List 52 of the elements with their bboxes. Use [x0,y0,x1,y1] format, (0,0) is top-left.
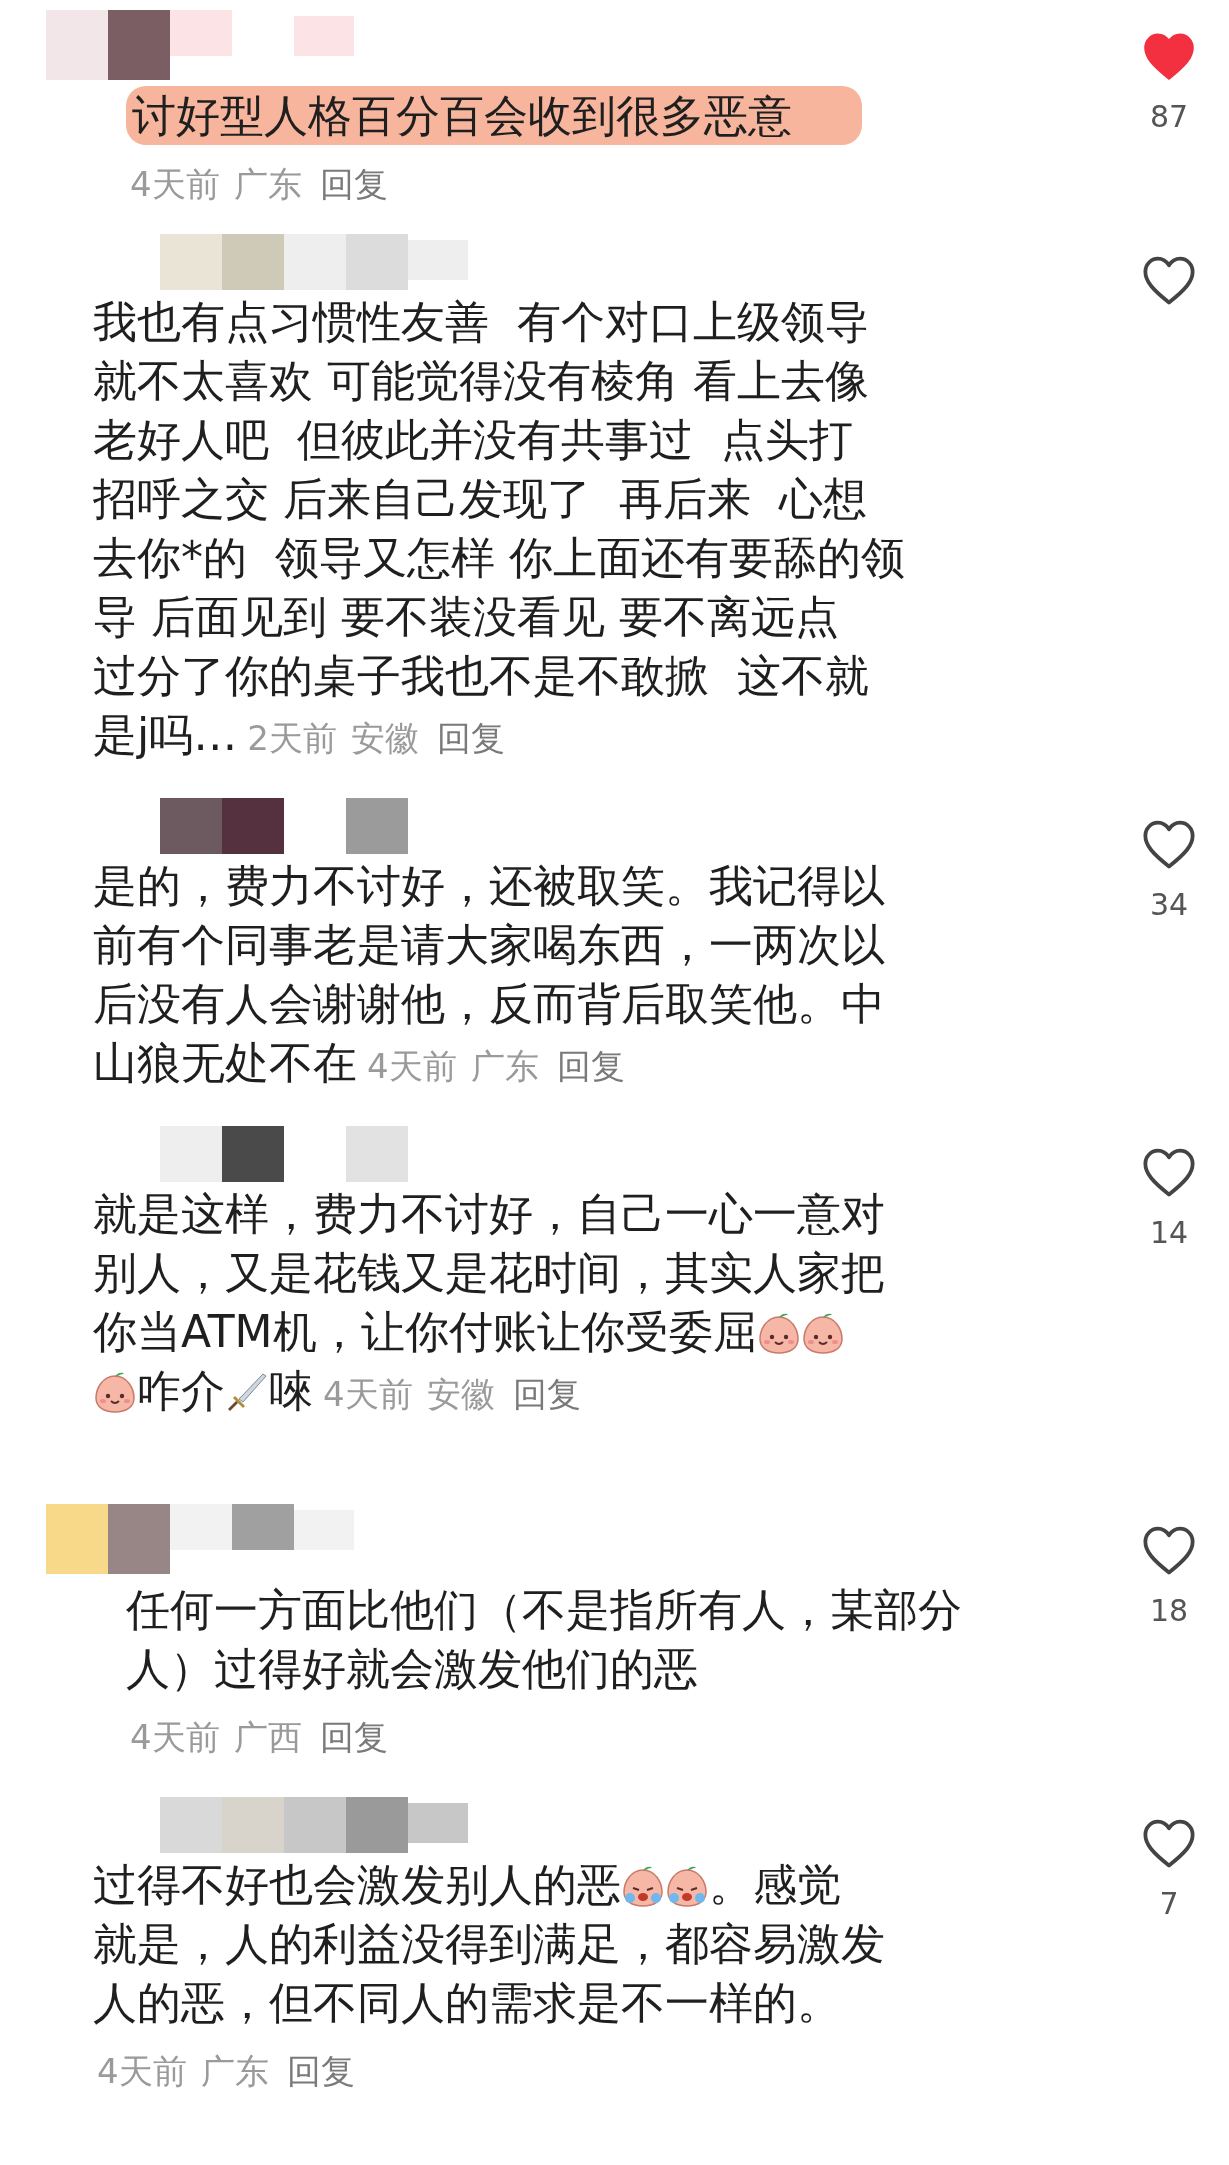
reply-button[interactable]: 回复 [319,1715,388,1759]
comment-text: 就是这样，费力不讨好，自己一心一意对 [93,1188,885,1239]
comment-text: 前有个同事老是请大家喝东西，一两次以 [93,919,885,970]
comment-location: 广东 [233,164,302,204]
comment-time: 4天前 [323,1374,413,1414]
comment-time: 4天前 [130,164,220,204]
comment-text: 咋介 [137,1365,225,1416]
smiling-face-icon [93,1370,137,1414]
comment-text: 导 后面见到 要不装没看见 要不离远点 [93,591,839,642]
comment-text: 招呼之交 后来自己发现了 再后来 心想 [93,473,867,524]
reply-button[interactable]: 回复 [512,1365,581,1424]
comment-text: 老好人吧 但彼此并没有共事过 点头打 [93,414,853,465]
like-count: 18 [1149,1592,1189,1630]
smiling-face-icon [800,1311,845,1355]
comment-text: 讨好型人格百分百会收到很多恶意 [126,86,862,145]
smiling-face-icon [756,1311,801,1355]
comment-location: 广东 [470,1046,539,1086]
comment-text: 人的恶，但不同人的需求是不一样的。 [93,1977,841,2028]
like-count: 34 [1149,886,1189,924]
comment-text: 唻 [269,1365,313,1416]
like-count: 87 [1149,98,1189,136]
comment-text: 过得不好也会激发别人的恶 [93,1859,621,1910]
comment-text: 去你*的 领导又怎样 你上面还有要舔的领 [93,532,905,583]
comment-text: 我也有点习惯性友善 有个对口上级领导 [93,296,869,347]
comment-text: 你当ATM机，让你付账让你受委屈 [93,1306,757,1357]
comment-location: 广东 [200,2051,269,2091]
comment-text: 就不太喜欢 可能觉得没有棱角 看上去像 [93,355,869,406]
comment-text: 过分了你的桌子我也不是不敢掀 这不就 [93,650,869,701]
comment-text: 是的，费力不讨好，还被取笑。我记得以 [93,860,885,911]
reply-button[interactable]: 回复 [286,2049,355,2093]
comment-location: 安徽 [426,1374,495,1414]
comment-text: 。感觉 [709,1859,841,1910]
crying-face-icon [665,1864,709,1908]
comment-time: 2天前 [247,718,337,758]
comment-text: 就是，人的利益没得到满足，都容易激发 [93,1918,885,1969]
reply-button[interactable]: 回复 [319,162,388,206]
comment-location: 安徽 [350,718,419,758]
reply-button[interactable]: 回复 [556,1037,625,1096]
comment-text: 别人，又是花钱又是花时间，其实人家把 [93,1247,885,1298]
comment-text: 任何一方面比他们（不是指所有人，某部分 [126,1584,962,1635]
comment-text: 后没有人会谢谢他，反而背后取笑他。中 [93,978,885,1029]
comment-location: 广西 [233,1717,302,1757]
like-count: 7 [1159,1885,1179,1923]
comment-text: 人）过得好就会激发他们的恶 [126,1643,698,1694]
comment-time: 4天前 [130,1717,220,1757]
comment-text: 山狼无处不在 [93,1037,357,1088]
comment-time: 4天前 [97,2051,187,2091]
comment-time: 4天前 [367,1046,457,1086]
like-count: 14 [1149,1214,1189,1252]
comment-text: 是j吗… [93,709,238,760]
crying-face-icon [621,1864,665,1908]
reply-button[interactable]: 回复 [436,709,505,768]
